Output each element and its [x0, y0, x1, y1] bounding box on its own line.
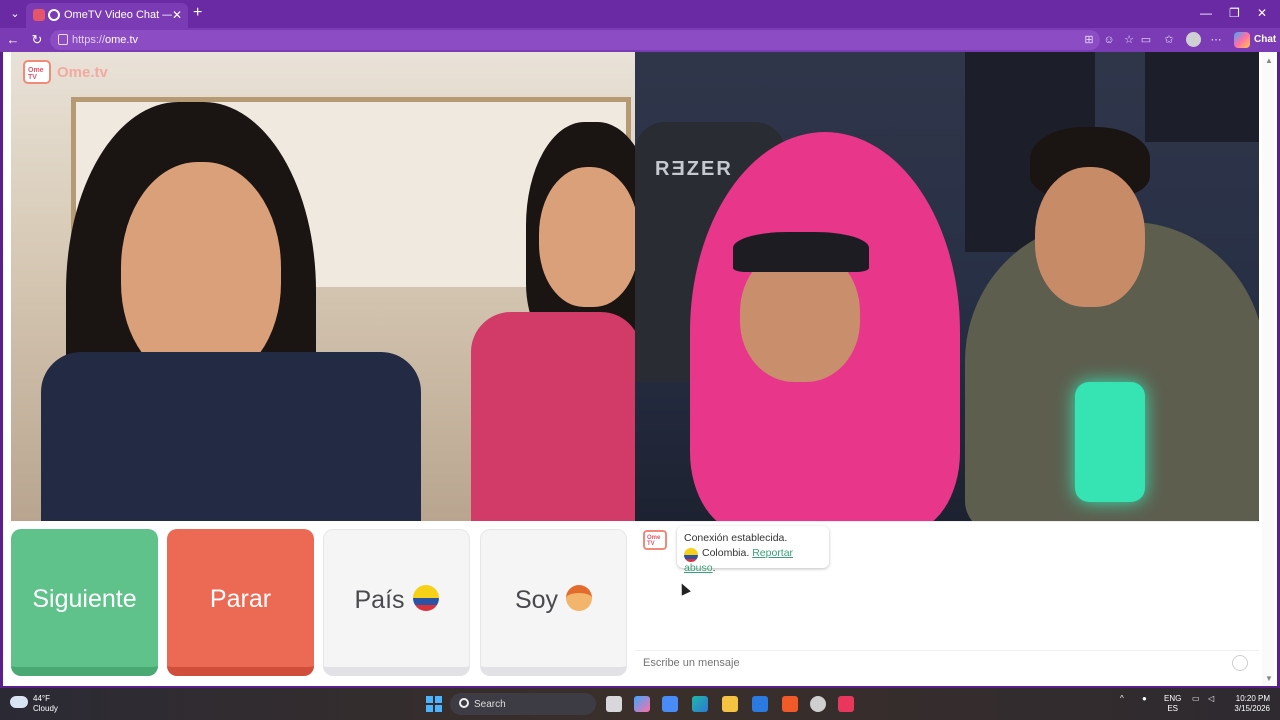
url-text: https://ome.tv	[72, 34, 139, 46]
favorite-star-icon[interactable]: ☆	[1122, 33, 1136, 47]
clock-time: 10:20 PM	[1235, 694, 1270, 703]
store-icon[interactable]	[662, 696, 678, 712]
gender-select-button[interactable]: Soy	[480, 529, 627, 676]
system-message-bubble: Conexión establecida. Colombia. Reportar…	[677, 526, 829, 574]
task-view-icon[interactable]	[606, 696, 622, 712]
country-label: País	[354, 586, 405, 614]
logo-wordmark: Ome.tv	[57, 64, 108, 81]
microphone-icon[interactable]: ●	[1142, 694, 1147, 704]
scroll-down-icon[interactable]: ▼	[1265, 674, 1273, 683]
close-window-button[interactable]: ✕	[1257, 6, 1267, 20]
refresh-icon[interactable]: ↻	[28, 31, 46, 49]
partner-country: Colombia.	[702, 547, 750, 559]
file-explorer-icon[interactable]	[722, 696, 738, 712]
workspace-icon	[33, 9, 45, 21]
weather-condition: Cloudy	[33, 704, 58, 713]
windows-start-icon[interactable]	[426, 696, 442, 712]
boy-emoji-icon	[566, 585, 593, 612]
address-toolbar: ← ↻ https://ome.tv ⊞ ☺ ☆ ▭ ✩ ⋯ Chat	[0, 28, 1280, 52]
next-button[interactable]: Siguiente	[11, 529, 158, 676]
restore-button[interactable]: ❐	[1229, 6, 1240, 20]
stop-button[interactable]: Parar	[167, 529, 314, 676]
mail-icon[interactable]	[752, 696, 768, 712]
language-indicator[interactable]: ENG ES	[1164, 694, 1181, 714]
minimize-button[interactable]: —	[1200, 6, 1212, 20]
back-arrow-icon[interactable]: ←	[4, 31, 22, 49]
brave-icon[interactable]	[782, 696, 798, 712]
gender-label: Soy	[514, 586, 559, 614]
remote-video: RƎZER	[635, 52, 1259, 521]
taskbar-search[interactable]: Search	[450, 693, 596, 715]
tab-favicon-icon	[48, 9, 60, 21]
chrome-icon[interactable]	[810, 696, 826, 712]
colombia-flag-icon	[412, 585, 439, 612]
scroll-up-icon[interactable]: ▲	[1265, 56, 1273, 65]
favorites-list-icon[interactable]: ✩	[1162, 33, 1176, 47]
chat-tv-logo-icon: Ome TV	[643, 530, 667, 550]
message-input[interactable]	[639, 652, 1229, 674]
copilot-icon[interactable]	[1234, 32, 1250, 48]
split-screen-icon[interactable]: ▭	[1139, 33, 1153, 47]
stop-label: Parar	[209, 585, 272, 613]
tiktok-icon[interactable]	[838, 696, 854, 712]
emoji-icon[interactable]	[1232, 655, 1248, 671]
copilot-taskbar-icon[interactable]	[634, 696, 650, 712]
windows-taskbar: 44°F Cloudy Search ^ ● ENG ES ▭ ◁ 10:20 …	[0, 688, 1280, 720]
search-label: Search	[474, 699, 506, 710]
app-available-icon[interactable]: ⊞	[1082, 33, 1096, 47]
partner-country-line: Colombia. Reportar abuso.	[684, 547, 794, 574]
network-icon[interactable]: ▭	[1192, 694, 1200, 704]
temperature: 44°F	[33, 694, 50, 703]
edge-icon[interactable]	[692, 696, 708, 712]
microphone-light	[1075, 382, 1145, 502]
system-clock[interactable]: 10:20 PM 3/15/2026	[1224, 694, 1270, 714]
tab-actions-chevron-icon[interactable]: ⌄	[6, 5, 24, 23]
next-label: Siguiente	[32, 585, 137, 613]
tracking-prevention-icon[interactable]: ☺	[1102, 33, 1116, 47]
lock-icon	[58, 34, 68, 45]
volume-icon[interactable]: ◁	[1208, 694, 1214, 704]
cloud-icon[interactable]	[10, 696, 28, 708]
show-hidden-icons-icon[interactable]: ^	[1120, 694, 1124, 704]
copilot-chat-label[interactable]: Chat	[1254, 34, 1276, 45]
address-bar[interactable]: https://ome.tv	[50, 30, 1100, 50]
more-options-icon[interactable]: ⋯	[1209, 33, 1223, 47]
mouse-cursor-icon	[677, 581, 691, 596]
search-icon	[459, 698, 469, 708]
browser-tab-ometv[interactable]: OmeTV Video Chat — Omegl ✕	[26, 3, 188, 28]
tv-logo-icon: Ome TV	[23, 60, 51, 84]
profile-avatar[interactable]	[1186, 32, 1201, 47]
chat-panel: Ome TV Conexión establecida. Colombia. R…	[635, 521, 1259, 686]
tab-close-icon[interactable]: ✕	[172, 8, 182, 22]
colombia-flag-icon	[684, 548, 698, 563]
connection-status: Conexión establecida.	[684, 532, 788, 544]
ometv-page: Ome TV Ome.tv RƎZER Siguiente Parar País…	[3, 52, 1277, 686]
page-scrollbar[interactable]: ▲ ▼	[1262, 52, 1274, 686]
new-tab-button[interactable]: +	[193, 4, 202, 22]
country-filter-button[interactable]: País	[323, 529, 470, 676]
weather-widget[interactable]: 44°F Cloudy	[33, 694, 58, 714]
clock-date: 3/15/2026	[1234, 704, 1270, 713]
tab-title: OmeTV Video Chat — Omegl	[64, 9, 172, 21]
browser-tab-bar: ⌄ OmeTV Video Chat — Omegl ✕ + — ❐ ✕	[0, 0, 1280, 28]
local-video	[11, 52, 635, 521]
